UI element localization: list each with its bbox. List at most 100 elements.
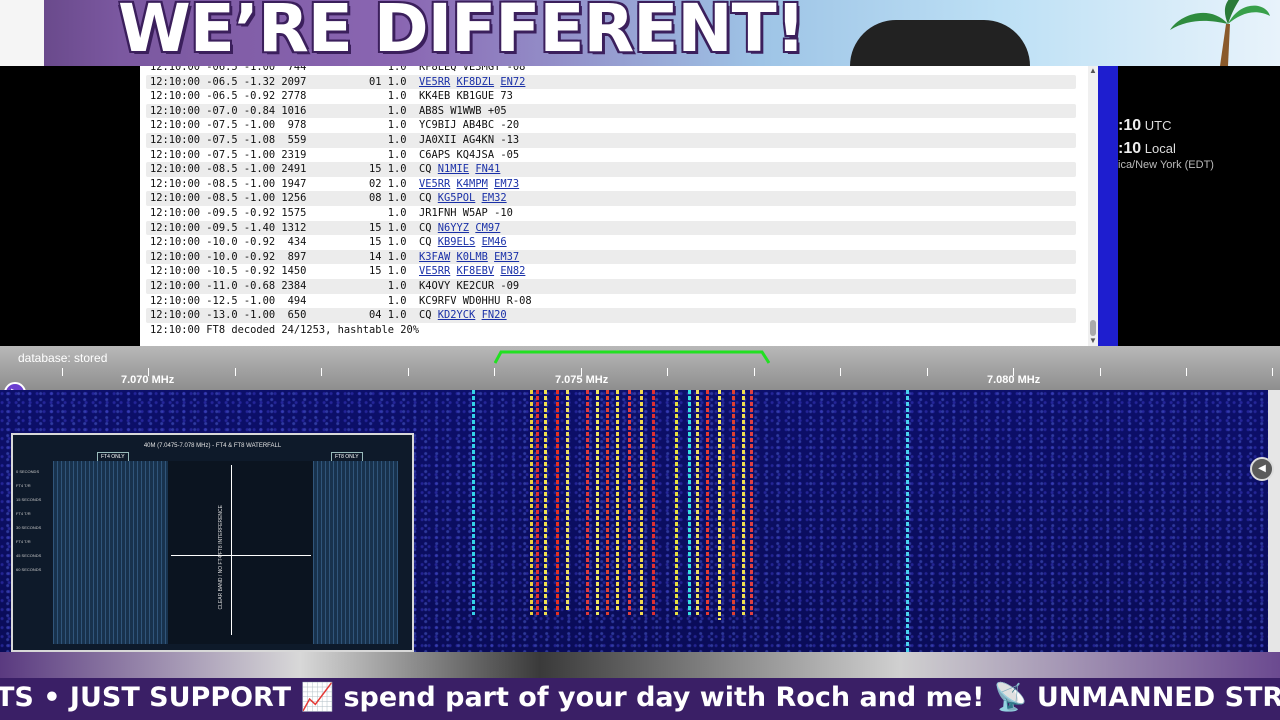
inset-title: 40M (7.0475-7.078 MHz) - FT4 & FT8 WATER… [143, 443, 282, 449]
log-row-fields: 12:10:00 -10.0 -0.92 434 15 1.0 [150, 236, 419, 249]
signal-trace [566, 390, 569, 610]
log-row-fields: 12:10:00 -09.5 -0.92 1575 1.0 [150, 206, 419, 219]
signal-trace [596, 390, 599, 615]
message-text: C6APS KQ4JSA -05 [419, 148, 520, 161]
log-row-fields: 12:10:00 -07.5 -1.00 978 1.0 [150, 119, 419, 132]
log-row-fields: 12:10:00 -08.5 -1.00 2491 15 1.0 [150, 163, 419, 176]
callsign-link[interactable]: EM32 [482, 192, 507, 204]
message-text: JA0XII AG4KN -13 [419, 133, 520, 146]
freq-label-7080: 7.080 MHz [987, 374, 1041, 386]
waterfall-back-icon[interactable]: ◀ [1250, 457, 1274, 481]
message-text: KC9RFV WD0HHU R-08 [419, 294, 532, 307]
scroll-up-arrow-icon[interactable]: ▲ [1089, 67, 1097, 75]
log-row: 12:10:00 -10.0 -0.92 434 15 1.0 CQ KB9EL… [146, 235, 1076, 250]
callsign-link[interactable]: K0LMB [457, 251, 488, 263]
message-text: CQ [419, 309, 432, 322]
signal-trace [706, 390, 709, 615]
callsign-link[interactable]: KB9ELS [438, 236, 476, 248]
banner-title: WE’RE DIFFERENT! [118, 0, 806, 66]
log-row-fields: 12:10:00 -06.5 -0.92 2778 1.0 [150, 90, 419, 103]
inset-time-axis: 0 SECONDS FT4 T/R 15 SECONDS FT4 T/R 30 SEC… [16, 469, 42, 572]
callsign-link[interactable]: EM37 [494, 251, 519, 263]
passband-marker[interactable] [494, 350, 770, 364]
log-row: 12:10:00 -11.0 -0.68 2384 1.0 K4OVY KE2C… [146, 278, 1076, 294]
callsign-link[interactable]: VE5RR [419, 265, 450, 277]
waterfall-scrollbar[interactable] [1268, 390, 1280, 652]
log-row-fields: 12:10:00 -08.5 -1.00 1256 08 1.0 [150, 192, 419, 205]
timezone-label: ica/New York (EDT) [1118, 159, 1214, 171]
callsign-link[interactable]: EM46 [482, 236, 507, 248]
scroll-down-arrow-icon[interactable]: ▼ [1089, 337, 1097, 345]
log-scroll-thumb[interactable] [1090, 320, 1096, 336]
freq-label-7075: 7.075 MHz [555, 374, 609, 386]
callsign-link[interactable]: FN20 [482, 309, 507, 321]
log-row: 12:10:00 -06.5 -0.92 2778 1.0 KK4EB KB1G… [146, 89, 1076, 104]
log-scrollbar[interactable] [1088, 66, 1098, 346]
signal-trace [640, 390, 643, 615]
decode-summary: 12:10:00 FT8 decoded 24/1253, hashtable … [150, 323, 419, 336]
callsign-link[interactable]: EN82 [500, 265, 525, 277]
log-row-fields: 12:10:00 -07.5 -1.00 2319 1.0 [150, 148, 419, 161]
utc-label: UTC [1144, 118, 1172, 133]
signal-trace [742, 390, 745, 615]
log-row: 12:10:00 -09.5 -1.40 1312 15 1.0 CQ N6YY… [146, 220, 1076, 236]
log-row: 12:10:00 -10.0 -0.92 897 14 1.0 K3FAW K0… [146, 249, 1076, 265]
message-text: CQ [419, 163, 432, 176]
callsign-link[interactable]: KG5POL [438, 192, 476, 204]
log-row-fields: 12:10:00 -11.0 -0.68 2384 1.0 [150, 279, 419, 292]
log-row: 12:10:00 -10.5 -0.92 1450 15 1.0 VE5RR K… [146, 264, 1076, 279]
callsign-link[interactable]: N1MIE [438, 163, 469, 175]
log-row-fields: 12:10:00 -06.5 -1.32 2097 01 1.0 [150, 75, 419, 88]
inset-clear-zone [168, 461, 313, 644]
message-text: KF8LEQ VE3MGY -08 [419, 66, 526, 73]
log-row-fields: 12:10:00 -13.0 -1.00 650 04 1.0 [150, 309, 419, 322]
message-text: AB8S W1WWB +05 [419, 104, 507, 117]
callsign-link[interactable]: KF8EBV [457, 265, 495, 277]
inset-ft8-zone [313, 461, 398, 644]
log-row: 12:10:00 -08.5 -1.00 1256 08 1.0 CQ KG5P… [146, 191, 1076, 206]
clock-panel [1118, 66, 1280, 346]
callsign-link[interactable]: K4MPM [457, 178, 488, 190]
log-row-fields: 12:10:00 -10.0 -0.92 897 14 1.0 [150, 250, 419, 263]
callsign-link[interactable]: EM73 [494, 178, 519, 190]
log-row: 12:10:00 -09.5 -0.92 1575 1.0 JR1FNH W5A… [146, 206, 1076, 221]
signal-trace [675, 390, 678, 615]
callsign-link[interactable]: KD2YCK [438, 309, 476, 321]
signal-trace [688, 390, 691, 615]
signal-trace [628, 390, 631, 615]
callsign-link[interactable]: EN72 [500, 76, 525, 88]
local-clock: :10 Local [1118, 140, 1176, 158]
stream-ticker: TS • JUST SUPPORT 📈 spend part of your d… [0, 678, 1280, 720]
callsign-link[interactable]: VE5RR [419, 178, 450, 190]
callsign-link[interactable]: K3FAW [419, 251, 450, 263]
log-row-fields: 12:10:00 -07.5 -1.08 559 1.0 [150, 133, 419, 146]
log-row-fields: 12:10:00 -06.5 -1.00 744 1.0 [150, 66, 419, 73]
callsign-link[interactable]: VE5RR [419, 76, 450, 88]
inset-center-line [231, 465, 232, 635]
signal-trace [586, 390, 589, 615]
decode-log-panel: 12:10:00 -06.5 -1.00 744 1.0 KF8LEQ VE3M… [140, 66, 1098, 346]
log-row: 12:10:00 -08.5 -1.00 1947 02 1.0 VE5RR K… [146, 177, 1076, 192]
decode-log-list: 12:10:00 -06.5 -1.00 744 1.0 KF8LEQ VE3M… [146, 66, 1076, 337]
callsign-link[interactable]: CM97 [475, 222, 500, 234]
log-row: 12:10:00 -08.5 -1.00 2491 15 1.0 CQ N1MI… [146, 162, 1076, 177]
signal-trace [750, 390, 753, 615]
local-time: :10 [1118, 140, 1142, 157]
signal-trace [906, 390, 909, 652]
signal-trace [530, 390, 533, 615]
stream-banner: WE’RE DIFFERENT! [0, 0, 1280, 66]
signal-trace [718, 390, 721, 620]
log-row: 12:10:00 -07.5 -1.00 2319 1.0 C6APS KQ4J… [146, 148, 1076, 163]
message-text: K4OVY KE2CUR -09 [419, 279, 520, 292]
callsign-link[interactable]: FN41 [475, 163, 500, 175]
log-row: 12:10:00 -13.0 -1.00 650 04 1.0 CQ KD2YC… [146, 308, 1076, 323]
log-row-fields: 12:10:00 -12.5 -1.00 494 1.0 [150, 294, 419, 307]
signal-trace [732, 390, 735, 615]
callsign-link[interactable]: KF8DZL [457, 76, 495, 88]
log-row: 12:10:00 -12.5 -1.00 494 1.0 KC9RFV WD0H… [146, 294, 1076, 309]
signal-trace [472, 390, 475, 615]
inset-width-arrow [171, 555, 311, 556]
inset-center-label: CLEAR BAND / NO FT4/FT8 INTERFERENCE [218, 505, 224, 610]
message-text: JR1FNH W5AP -10 [419, 206, 513, 219]
callsign-link[interactable]: N6YYZ [438, 222, 469, 234]
